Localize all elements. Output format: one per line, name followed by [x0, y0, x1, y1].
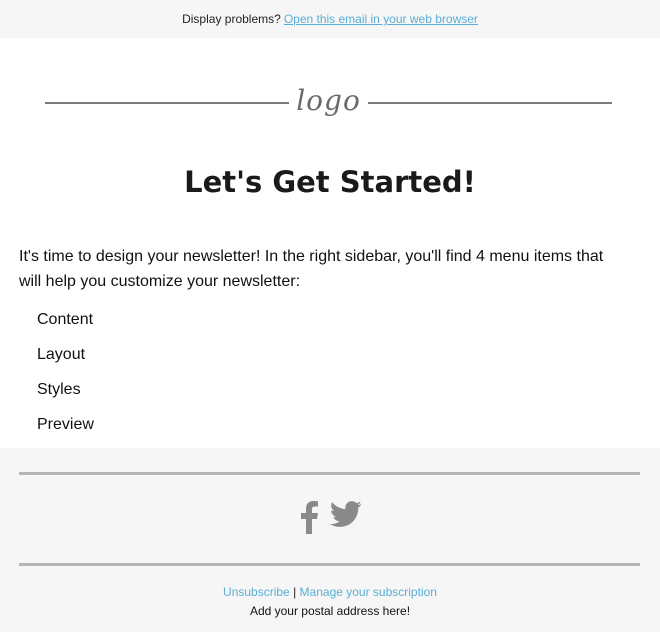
logo: logo	[296, 83, 361, 117]
postal-address: Add your postal address here!	[249, 604, 411, 618]
display-problems-text: Display problems?	[182, 12, 281, 26]
open-in-browser-link[interactable]: Open this email in your web browser	[284, 12, 478, 26]
manage-subscription-link[interactable]: Manage your subscription	[300, 585, 437, 599]
list-item: Styles	[37, 381, 81, 398]
social-links	[0, 500, 660, 539]
twitter-icon[interactable]	[329, 500, 362, 539]
footer-links: Unsubscribe | Manage your subscription	[0, 585, 660, 599]
unsubscribe-link[interactable]: Unsubscribe	[223, 585, 290, 599]
logo-header: logo	[45, 82, 613, 118]
footer-divider-bottom	[19, 563, 640, 566]
display-problems-bar: Display problems? Open this email in you…	[0, 0, 660, 38]
email-body: logo Let's Get Started! It's time to des…	[0, 38, 660, 448]
logo-divider-left	[45, 102, 289, 104]
list-item: Content	[37, 311, 94, 328]
footer-divider-top	[19, 472, 640, 475]
page-title: Let's Get Started!	[184, 165, 476, 199]
menu-items-list: Content Layout Styles Preview	[37, 308, 94, 448]
list-item: Layout	[37, 346, 86, 363]
intro-paragraph: It's time to design your newsletter! In …	[19, 248, 604, 290]
logo-divider-right	[368, 102, 613, 104]
list-item: Preview	[37, 416, 94, 433]
email-footer: Unsubscribe | Manage your subscription A…	[0, 448, 660, 632]
facebook-icon[interactable]	[298, 500, 320, 539]
footer-link-separator: |	[293, 585, 297, 599]
